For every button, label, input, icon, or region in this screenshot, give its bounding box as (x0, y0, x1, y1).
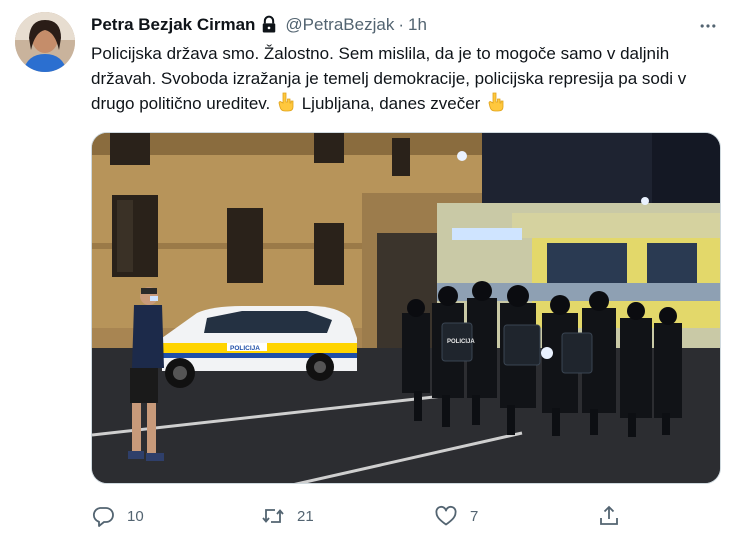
timestamp[interactable]: 1h (408, 15, 427, 35)
retweet-button[interactable]: 21 (261, 500, 314, 532)
tweet-text-location: Ljubljana, danes zvečer (301, 94, 481, 113)
separator-dot: · (398, 15, 404, 34)
like-count: 7 (470, 507, 479, 525)
police-car-label: POLICIJA (230, 345, 260, 352)
reply-button[interactable]: 10 (91, 500, 144, 532)
lock-icon (259, 15, 279, 35)
handle[interactable]: @PetraBezjak (285, 15, 394, 35)
avatar[interactable] (15, 12, 75, 72)
like-icon (434, 504, 458, 528)
share-button[interactable] (597, 500, 621, 532)
reply-count: 10 (127, 507, 144, 525)
share-icon (597, 504, 621, 528)
tweet[interactable]: Petra Bezjak Cirman @PetraBezjak · 1h Po… (0, 0, 736, 535)
display-name[interactable]: Petra Bezjak Cirman (91, 15, 255, 35)
pointing-down-emoji-icon (277, 92, 295, 112)
reply-icon (91, 504, 115, 528)
pointing-down-emoji-icon (487, 92, 505, 112)
like-button[interactable]: 7 (434, 500, 478, 532)
tweet-photo[interactable]: POLICIJA POLICIJA (91, 132, 721, 484)
tweet-actions: 10 21 7 (91, 500, 721, 532)
more-icon[interactable] (696, 14, 720, 38)
retweet-icon (261, 504, 285, 528)
tweet-header: Petra Bezjak Cirman @PetraBezjak · 1h (91, 14, 427, 36)
tweet-text: Policijska država smo. Žalostno. Sem mis… (91, 41, 721, 116)
shield-label: POLICIJA (447, 339, 475, 345)
retweet-count: 21 (297, 507, 314, 525)
